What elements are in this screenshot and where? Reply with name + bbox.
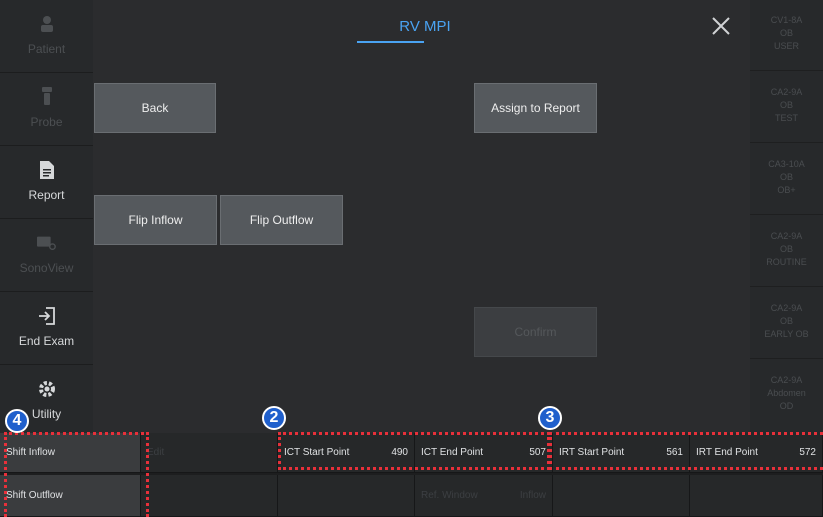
ref-window-control[interactable]: Ref. Window Inflow: [415, 475, 553, 517]
preset-item[interactable]: CA2-9A OB ROUTINE: [750, 216, 823, 287]
highlight-box-4: [4, 432, 149, 517]
exit-icon: [37, 306, 57, 326]
person-icon: [37, 14, 57, 34]
sidebar-item-report[interactable]: Report: [0, 146, 93, 218]
highlight-box-2: [278, 432, 550, 470]
sidebar-item-label: End Exam: [18, 334, 75, 348]
sidebar-item-end-exam[interactable]: End Exam: [0, 292, 93, 364]
preset-panel: CV1-8A OB USER CA2-9A OB TEST CA3-10A OB OB+ C…: [750, 0, 823, 433]
sidebar-item-probe[interactable]: Probe: [0, 73, 93, 145]
annotation-badge-4: 4: [5, 409, 29, 433]
preset-item[interactable]: CA2-9A OB TEST: [750, 72, 823, 143]
probe-icon: [37, 87, 57, 107]
sidebar-item-patient[interactable]: Patient: [0, 0, 93, 72]
sidebar-item-label: Report: [28, 188, 65, 202]
empty-softkey: [278, 475, 415, 517]
preset-item[interactable]: CA2-9A OB EARLY OB: [750, 288, 823, 359]
title-underline: [357, 41, 424, 43]
page-title: RV MPI: [399, 18, 451, 35]
sonoview-icon: [36, 233, 57, 253]
confirm-button[interactable]: Confirm: [474, 307, 597, 357]
left-sidebar: Patient Probe Report SonoView End Exam U…: [0, 0, 93, 433]
sidebar-item-label: Patient: [27, 42, 66, 56]
empty-softkey: [141, 475, 278, 517]
sidebar-item-label: SonoView: [19, 261, 74, 275]
annotation-badge-3: 3: [538, 406, 562, 430]
highlight-box-3: [549, 432, 823, 470]
flip-inflow-button[interactable]: Flip Inflow: [94, 195, 217, 245]
preset-item[interactable]: CA3-10A OB OB+: [750, 144, 823, 215]
empty-softkey: [690, 475, 823, 517]
sidebar-item-label: Probe: [30, 115, 63, 129]
document-icon: [37, 160, 57, 180]
annotation-badge-2: 2: [262, 406, 286, 430]
assign-to-report-button[interactable]: Assign to Report: [474, 83, 597, 133]
gear-icon: [37, 379, 57, 399]
preset-item[interactable]: CV1-8A OB USER: [750, 0, 823, 71]
flip-outflow-button[interactable]: Flip Outflow: [220, 195, 343, 245]
back-button[interactable]: Back: [94, 83, 216, 133]
preset-item[interactable]: CA2-9A Abdomen OD: [750, 360, 823, 433]
empty-softkey: [553, 475, 690, 517]
edit-button[interactable]: Edit: [141, 433, 278, 473]
sidebar-item-sonoview[interactable]: SonoView: [0, 219, 93, 291]
sidebar-item-label: Utility: [31, 407, 62, 421]
close-icon[interactable]: [710, 15, 732, 37]
rv-mpi-panel: RV MPI Back Assign to Report Flip Inflow…: [93, 0, 750, 433]
